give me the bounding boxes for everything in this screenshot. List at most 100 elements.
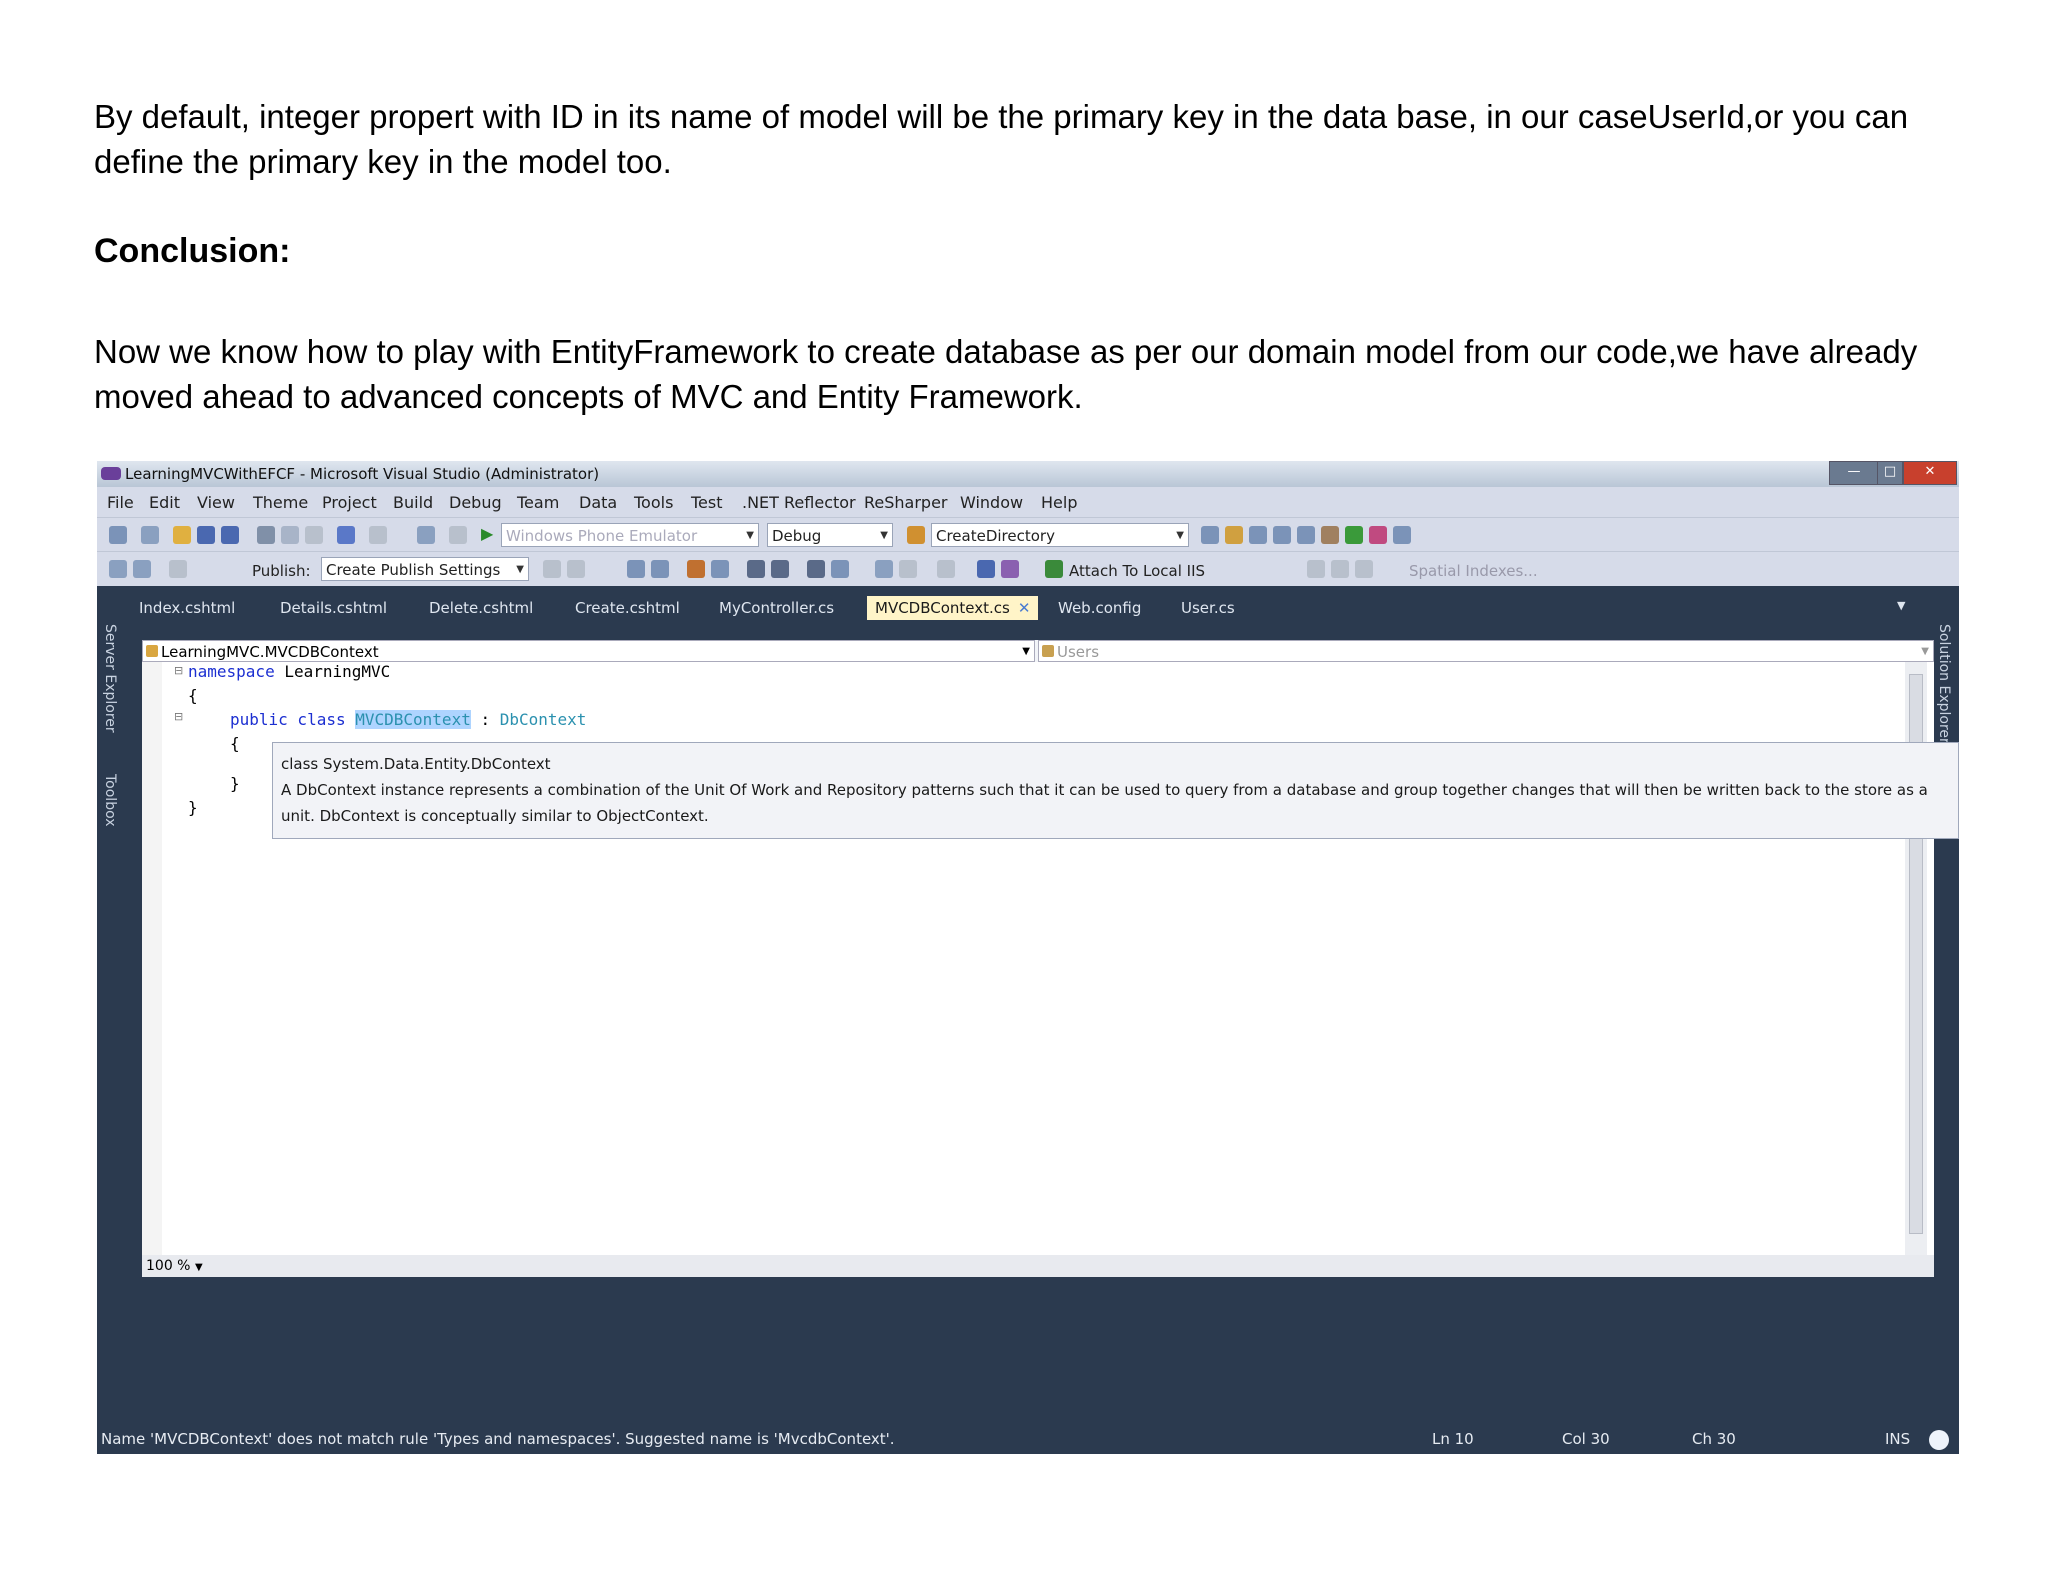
code-line-namespace: namespace LearningMVC <box>188 662 391 681</box>
tab-overflow-icon[interactable]: ▼ <box>1897 599 1905 612</box>
close-button[interactable]: ✕ <box>1903 461 1957 485</box>
tab-mycontroller-cs[interactable]: MyController.cs <box>719 599 834 617</box>
menu-net-reflector[interactable]: .NET Reflector <box>742 493 856 512</box>
configuration-select[interactable]: Debug ▼ <box>767 523 893 547</box>
merge-icon[interactable] <box>1331 560 1349 578</box>
code-line-open-brace: { <box>188 686 198 705</box>
member-navigation-select[interactable]: Users ▼ <box>1038 640 1934 662</box>
menu-window[interactable]: Window <box>960 493 1023 512</box>
publish-web-icon[interactable] <box>169 560 187 578</box>
tab-details-cshtml[interactable]: Details.cshtml <box>280 599 387 617</box>
menu-tools[interactable]: Tools <box>634 493 673 512</box>
paste-icon[interactable] <box>305 526 323 544</box>
web-one-click-icon[interactable] <box>109 560 127 578</box>
find-combo[interactable]: CreateDirectory ▼ <box>931 523 1189 547</box>
outdent-icon[interactable] <box>747 560 765 578</box>
navigate-backward-icon[interactable] <box>417 526 435 544</box>
menu-team[interactable]: Team <box>517 493 559 512</box>
history-icon[interactable] <box>1355 560 1373 578</box>
class-view-icon[interactable] <box>1297 526 1315 544</box>
bookmark-icon[interactable] <box>831 560 849 578</box>
undo-icon[interactable] <box>337 526 355 544</box>
web-deploy-icon[interactable] <box>133 560 151 578</box>
status-column: Col 30 <box>1562 1430 1610 1448</box>
step-icon[interactable] <box>899 560 917 578</box>
format-icon[interactable] <box>627 560 645 578</box>
menu-view[interactable]: View <box>197 493 235 512</box>
panel-icon[interactable] <box>875 560 893 578</box>
tab-web-config[interactable]: Web.config <box>1058 599 1141 617</box>
menu-debug[interactable]: Debug <box>449 493 502 512</box>
menu-test[interactable]: Test <box>691 493 723 512</box>
tab-index-cshtml[interactable]: Index.cshtml <box>139 599 235 617</box>
intro-paragraph: By default, integer propert with ID in i… <box>94 98 1909 180</box>
solution-explorer-icon[interactable] <box>1201 526 1219 544</box>
title-bar: LearningMVCWithEFCF - Microsoft Visual S… <box>97 461 1959 487</box>
new-project-icon[interactable] <box>109 526 127 544</box>
cut-icon[interactable] <box>257 526 275 544</box>
solution-explorer-tab[interactable]: Solution Explorer <box>1936 624 1952 744</box>
menu-resharper[interactable]: ReSharper <box>864 493 948 512</box>
type-navigation-select[interactable]: LearningMVC.MVCDBContext ▼ <box>142 640 1035 662</box>
spatial-indexes-label[interactable]: Spatial Indexes... <box>1409 562 1538 580</box>
window-layout-icon[interactable] <box>1393 526 1411 544</box>
server-explorer-tab[interactable]: Server Explorer <box>102 624 118 733</box>
standard-toolbar: ▶ Windows Phone Emulator ▼ Debug ▼ CreateD… <box>97 517 1959 552</box>
extension-icon[interactable] <box>1345 526 1363 544</box>
breakpoint-icon[interactable] <box>937 560 955 578</box>
comment-icon[interactable] <box>543 560 561 578</box>
align-icon[interactable] <box>807 560 825 578</box>
menu-edit[interactable]: Edit <box>149 493 180 512</box>
save-icon[interactable] <box>197 526 215 544</box>
publish-settings-select[interactable]: Create Publish Settings ▼ <box>321 557 529 581</box>
toolbox-tab[interactable]: Toolbox <box>102 774 118 827</box>
indent-icon[interactable] <box>771 560 789 578</box>
attach-label[interactable]: Attach To Local IIS <box>1069 562 1205 580</box>
status-message: Name 'MVCDBContext' does not match rule … <box>101 1430 895 1448</box>
redo-icon[interactable] <box>369 526 387 544</box>
schema-icon[interactable] <box>1001 560 1019 578</box>
start-debug-icon[interactable]: ▶ <box>481 524 499 543</box>
menu-build[interactable]: Build <box>393 493 433 512</box>
editor-margin <box>142 662 162 1255</box>
tab-create-cshtml[interactable]: Create.cshtml <box>575 599 680 617</box>
minimize-button[interactable]: — <box>1829 461 1879 485</box>
tab-user-cs[interactable]: User.cs <box>1181 599 1235 617</box>
open-file-icon[interactable] <box>173 526 191 544</box>
find-in-files-icon[interactable] <box>907 526 925 544</box>
design-icon[interactable] <box>651 560 669 578</box>
save-all-icon[interactable] <box>221 526 239 544</box>
properties-icon[interactable] <box>1225 526 1243 544</box>
copy-icon[interactable] <box>281 526 299 544</box>
emulator-select[interactable]: Windows Phone Emulator ▼ <box>501 523 759 547</box>
menu-file[interactable]: File <box>107 493 134 512</box>
menu-help[interactable]: Help <box>1041 493 1077 512</box>
menu-bar: File Edit View Theme Project Build Debug… <box>97 487 1959 517</box>
maximize-button[interactable]: □ <box>1877 461 1903 485</box>
window-title: LearningMVCWithEFCF - Microsoft Visual S… <box>125 465 600 483</box>
object-browser-icon[interactable] <box>1249 526 1267 544</box>
database-icon[interactable] <box>977 560 995 578</box>
toolbox-icon[interactable] <box>1273 526 1291 544</box>
menu-theme[interactable]: Theme <box>253 493 308 512</box>
horizontal-scrollbar[interactable]: 100 % ▼ <box>142 1255 1934 1277</box>
tab-mvcdbcontext-cs[interactable]: MVCDBContext.cs ✕ <box>867 596 1039 620</box>
conclusion-paragraph: Now we know how to play with EntityFrame… <box>94 333 1918 415</box>
notification-icon[interactable] <box>1929 1430 1949 1450</box>
style-icon[interactable] <box>711 560 729 578</box>
start-page-icon[interactable] <box>1369 526 1387 544</box>
collapse-namespace-icon[interactable]: ⊟ <box>174 664 183 677</box>
diff-icon[interactable] <box>1307 560 1325 578</box>
collapse-class-icon[interactable]: ⊟ <box>174 710 183 723</box>
add-item-icon[interactable] <box>141 526 159 544</box>
uncomment-icon[interactable] <box>567 560 585 578</box>
font-size-icon[interactable] <box>687 560 705 578</box>
zoom-level-select[interactable]: 100 % ▼ <box>142 1255 216 1277</box>
attach-iis-icon[interactable] <box>1045 560 1063 578</box>
menu-project[interactable]: Project <box>322 493 377 512</box>
tools-icon[interactable] <box>1321 526 1339 544</box>
close-tab-icon[interactable]: ✕ <box>1018 599 1031 617</box>
tab-delete-cshtml[interactable]: Delete.cshtml <box>429 599 533 617</box>
menu-data[interactable]: Data <box>579 493 617 512</box>
navigate-forward-icon[interactable] <box>449 526 467 544</box>
